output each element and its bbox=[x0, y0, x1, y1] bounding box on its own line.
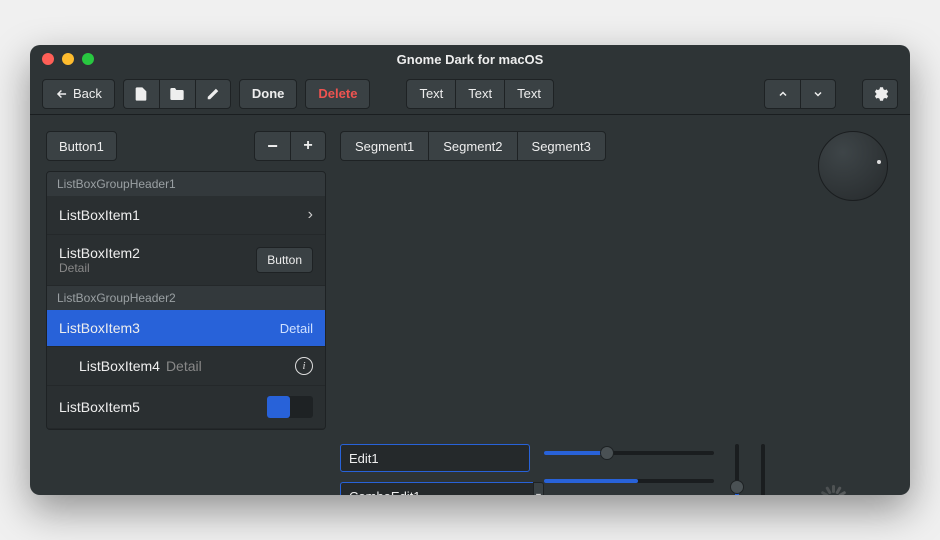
listbox[interactable]: ListBoxGroupHeader1 ListBoxItem1 › ListB… bbox=[46, 171, 326, 430]
edit-button[interactable] bbox=[195, 79, 231, 109]
toolbar: Back Done Delete Text Text Text bbox=[30, 73, 910, 115]
segment-control[interactable]: Segment1 Segment2 Segment3 bbox=[340, 131, 606, 161]
column-2: ▼ PopupBox1 TreeViewItem1 TreeViewItem2 … bbox=[340, 444, 530, 495]
new-file-button[interactable] bbox=[123, 79, 159, 109]
listbox-item-detail: Detail bbox=[59, 261, 256, 275]
chevron-up-icon bbox=[777, 88, 789, 100]
back-label: Back bbox=[73, 86, 102, 101]
folder-button[interactable] bbox=[159, 79, 195, 109]
info-icon[interactable]: i bbox=[295, 357, 313, 375]
segment-1[interactable]: Segment1 bbox=[340, 131, 428, 161]
column-4: Tinted button Tinted button Tinted butto… bbox=[728, 444, 888, 495]
listbox-item-detail: Detail bbox=[280, 321, 313, 336]
down-button[interactable] bbox=[800, 79, 836, 109]
text-button-2[interactable]: Text bbox=[455, 79, 504, 109]
listbox-item-1[interactable]: ListBoxItem1 › bbox=[47, 196, 325, 235]
titlebar: Gnome Dark for macOS bbox=[30, 45, 910, 73]
minus-icon: − bbox=[267, 136, 278, 157]
listbox-item-label: ListBoxItem2 bbox=[59, 245, 256, 261]
chevron-right-icon: › bbox=[308, 206, 313, 224]
delete-button[interactable]: Delete bbox=[305, 79, 370, 109]
gear-icon bbox=[871, 85, 889, 103]
column-3: Label1 ✓ CheckBox1 GroupBox1 RadioButton… bbox=[544, 444, 714, 495]
listbox-item-5[interactable]: ListBoxItem5 bbox=[47, 386, 325, 429]
combo-edit-1[interactable]: ▼ bbox=[340, 482, 530, 495]
listbox-item-label: ListBoxItem4 bbox=[79, 358, 160, 374]
settings-button[interactable] bbox=[862, 79, 898, 109]
chevron-down-icon bbox=[812, 88, 824, 100]
plus-icon: + bbox=[303, 137, 312, 155]
toggle-switch[interactable] bbox=[267, 396, 313, 418]
segment-3[interactable]: Segment3 bbox=[517, 131, 606, 161]
segment-2[interactable]: Segment2 bbox=[428, 131, 516, 161]
pencil-icon bbox=[206, 87, 220, 101]
listbox-item-label: ListBoxItem5 bbox=[59, 399, 267, 415]
combo-dropdown-button[interactable]: ▼ bbox=[533, 482, 544, 495]
dial-control[interactable] bbox=[818, 131, 888, 201]
listbox-item-4[interactable]: ListBoxItem4 Detail i bbox=[47, 347, 325, 386]
spinner-icon bbox=[820, 485, 848, 495]
edit-input-1[interactable] bbox=[340, 444, 530, 472]
listbox-item-2[interactable]: ListBoxItem2 Detail Button bbox=[47, 235, 325, 286]
listbox-group-header-1: ListBoxGroupHeader1 bbox=[47, 172, 325, 196]
up-button[interactable] bbox=[764, 79, 800, 109]
app-window: Gnome Dark for macOS Back Done Delete Te… bbox=[30, 45, 910, 495]
caret-down-icon: ▼ bbox=[534, 491, 543, 495]
progress-bar bbox=[544, 472, 714, 490]
column-1: Button1 − + ListBoxGroupHeader1 ListBoxI… bbox=[46, 131, 326, 430]
file-icon bbox=[133, 86, 149, 102]
slider-vertical-2[interactable] bbox=[754, 444, 772, 495]
minus-button[interactable]: − bbox=[254, 131, 290, 161]
folder-icon bbox=[169, 86, 185, 102]
maximize-icon[interactable] bbox=[82, 53, 94, 65]
listbox-item-button[interactable]: Button bbox=[256, 247, 313, 273]
button1[interactable]: Button1 bbox=[46, 131, 117, 161]
listbox-item-label: ListBoxItem3 bbox=[59, 320, 280, 336]
done-button[interactable]: Done bbox=[239, 79, 298, 109]
text-button-1[interactable]: Text bbox=[406, 79, 455, 109]
listbox-group-header-2: ListBoxGroupHeader2 bbox=[47, 286, 325, 310]
combo-input[interactable] bbox=[340, 482, 533, 495]
window-title: Gnome Dark for macOS bbox=[30, 52, 910, 67]
slider-vertical-1[interactable] bbox=[728, 444, 746, 495]
content-area: Button1 − + ListBoxGroupHeader1 ListBoxI… bbox=[30, 115, 910, 495]
arrow-left-icon bbox=[55, 87, 69, 101]
listbox-item-detail: Detail bbox=[166, 358, 202, 374]
minimize-icon[interactable] bbox=[62, 53, 74, 65]
back-button[interactable]: Back bbox=[42, 79, 115, 109]
plus-button[interactable]: + bbox=[290, 131, 326, 161]
listbox-item-label: ListBoxItem1 bbox=[59, 207, 308, 223]
text-button-3[interactable]: Text bbox=[504, 79, 554, 109]
slider-horizontal-1[interactable] bbox=[544, 444, 714, 462]
listbox-item-3[interactable]: ListBoxItem3 Detail bbox=[47, 310, 325, 347]
close-icon[interactable] bbox=[42, 53, 54, 65]
